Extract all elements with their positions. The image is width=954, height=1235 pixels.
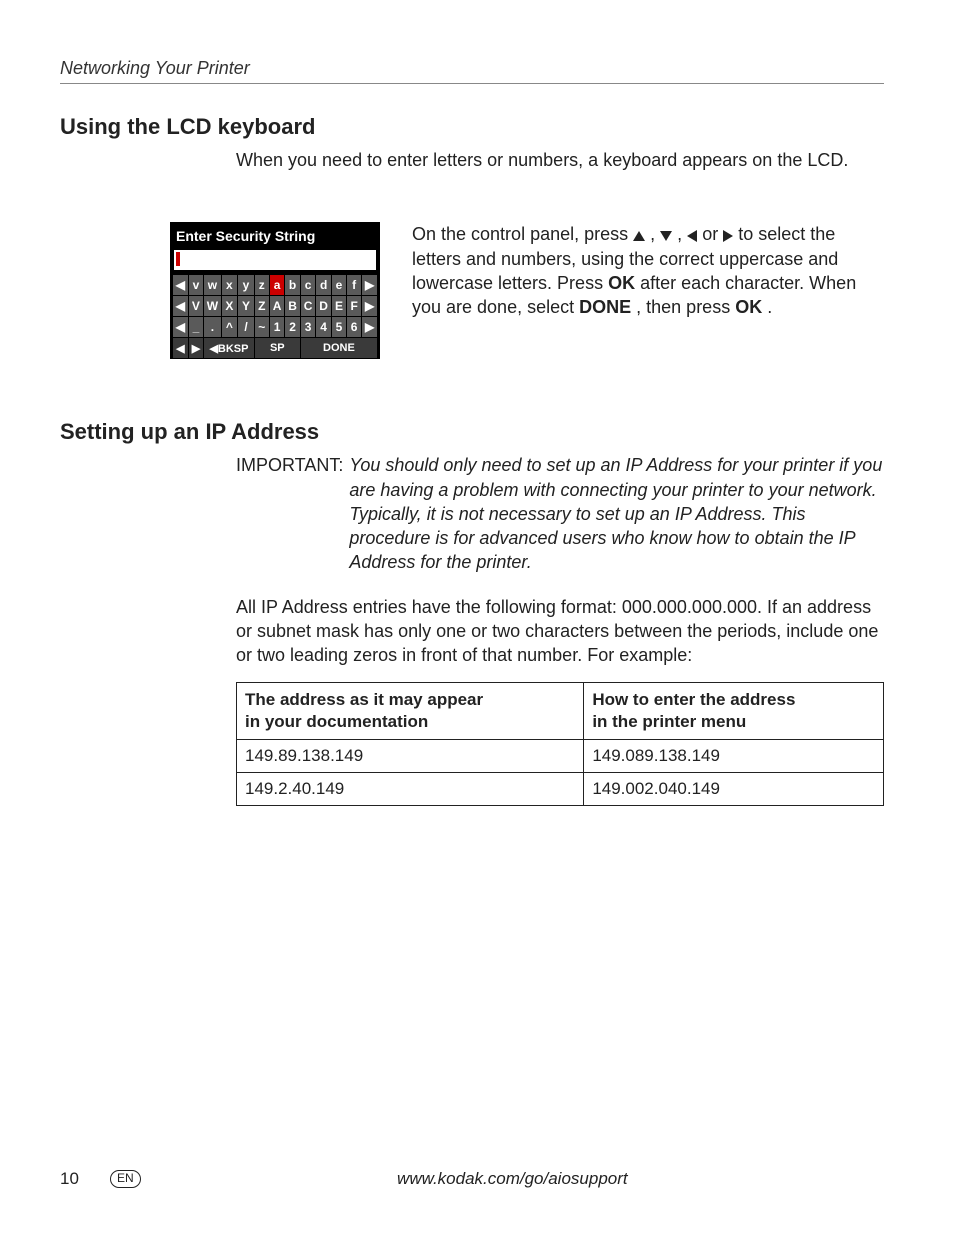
lcd-key: v	[188, 275, 203, 296]
language-badge: EN	[110, 1170, 141, 1188]
lcd-key: Z	[254, 296, 269, 317]
lcd-key-right-arrow: ▶	[362, 275, 378, 296]
lcd-row-uppercase: ◀ V W X Y Z A B C D E F ▶	[173, 296, 378, 317]
lcd-key-left-arrow: ◀	[173, 275, 189, 296]
lcd-key: V	[188, 296, 203, 317]
lcd-key-nav-left: ◀	[173, 338, 189, 359]
section-heading-lcd-keyboard: Using the LCD keyboard	[60, 114, 884, 140]
table-cell: 149.002.040.149	[584, 772, 884, 805]
lcd-title: Enter Security String	[172, 224, 378, 250]
section1-intro: When you need to enter letters or number…	[236, 148, 884, 172]
running-header: Networking Your Printer	[60, 58, 884, 79]
lcd-key: Y	[238, 296, 255, 317]
done-label: DONE	[579, 297, 631, 317]
section-heading-ip-address: Setting up an IP Address	[60, 419, 884, 445]
page: Networking Your Printer Using the LCD ke…	[0, 0, 954, 1235]
section2-body: All IP Address entries have the followin…	[236, 595, 884, 668]
lcd-key-done: DONE	[300, 338, 377, 359]
table-row: 149.2.40.149 149.002.040.149	[237, 772, 884, 805]
table-cell: 149.89.138.149	[237, 739, 584, 772]
table-header-left: The address as it may appear in your doc…	[237, 682, 584, 739]
lcd-key: ^	[221, 317, 238, 338]
important-label: IMPORTANT:	[236, 453, 343, 574]
lcd-key: E	[331, 296, 346, 317]
footer-url: www.kodak.com/go/aiosupport	[141, 1169, 884, 1189]
text: or	[702, 224, 723, 244]
text: .	[767, 297, 772, 317]
lcd-textfield	[174, 250, 376, 270]
important-text: You should only need to set up an IP Add…	[349, 453, 884, 574]
lcd-key: A	[269, 296, 285, 317]
important-note: IMPORTANT: You should only need to set u…	[236, 453, 884, 574]
lcd-key: 6	[347, 317, 362, 338]
lcd-key: .	[204, 317, 221, 338]
arrow-right-icon	[723, 230, 733, 242]
lcd-key-sp: SP	[254, 338, 300, 359]
ok-label: OK	[735, 297, 762, 317]
text: , then press	[636, 297, 735, 317]
lcd-key-right-arrow: ▶	[362, 296, 378, 317]
lcd-key: b	[285, 275, 301, 296]
lcd-key: X	[221, 296, 238, 317]
ok-label: OK	[608, 273, 635, 293]
lcd-key: C	[300, 296, 316, 317]
lcd-row-lowercase: ◀ v w x y z a b c d e f ▶	[173, 275, 378, 296]
lcd-key: e	[331, 275, 346, 296]
lcd-key: D	[316, 296, 332, 317]
lcd-key-left-arrow: ◀	[173, 296, 189, 317]
lcd-key-highlighted: a	[269, 275, 285, 296]
lcd-key: F	[347, 296, 362, 317]
page-footer: 10 EN www.kodak.com/go/aiosupport	[60, 1169, 884, 1189]
lcd-two-column: Enter Security String ◀ v w x y z a b c …	[60, 222, 884, 359]
lcd-key-bksp: ◀BKSP	[204, 338, 255, 359]
table-cell: 149.2.40.149	[237, 772, 584, 805]
page-number: 10	[60, 1169, 106, 1189]
th-line2: in the printer menu	[592, 712, 746, 731]
lcd-row-symbols: ◀ _ . ^ / ~ 1 2 3 4 5 6 ▶	[173, 317, 378, 338]
th-line2: in your documentation	[245, 712, 428, 731]
table-row: 149.89.138.149 149.089.138.149	[237, 739, 884, 772]
lcd-row-bottom: ◀ ▶ ◀BKSP SP DONE	[173, 338, 378, 359]
lcd-key: B	[285, 296, 301, 317]
lcd-key: z	[254, 275, 269, 296]
table-header-row: The address as it may appear in your doc…	[237, 682, 884, 739]
arrow-left-icon	[687, 230, 697, 242]
arrow-up-icon	[633, 231, 645, 241]
lcd-key: 4	[316, 317, 332, 338]
th-line1: How to enter the address	[592, 690, 795, 709]
text: On the control panel, press	[412, 224, 633, 244]
text: ,	[677, 224, 687, 244]
text: ,	[650, 224, 660, 244]
th-line1: The address as it may appear	[245, 690, 483, 709]
arrow-down-icon	[660, 231, 672, 241]
lcd-key: /	[238, 317, 255, 338]
header-rule	[60, 83, 884, 84]
lcd-key: d	[316, 275, 332, 296]
table-header-right: How to enter the address in the printer …	[584, 682, 884, 739]
lcd-key: 1	[269, 317, 285, 338]
lcd-key: 2	[285, 317, 301, 338]
lcd-cursor	[176, 252, 180, 266]
lcd-key-right-arrow: ▶	[362, 317, 378, 338]
lcd-key: ~	[254, 317, 269, 338]
lcd-keyboard-graphic: Enter Security String ◀ v w x y z a b c …	[170, 222, 380, 359]
table-cell: 149.089.138.149	[584, 739, 884, 772]
lcd-key: f	[347, 275, 362, 296]
lcd-key-nav-right: ▶	[188, 338, 203, 359]
lcd-key: 3	[300, 317, 316, 338]
lcd-key: c	[300, 275, 316, 296]
lcd-key: w	[204, 275, 221, 296]
lcd-key: W	[204, 296, 221, 317]
lcd-key: 5	[331, 317, 346, 338]
lcd-key: y	[238, 275, 255, 296]
lcd-key: x	[221, 275, 238, 296]
lcd-key-left-arrow: ◀	[173, 317, 189, 338]
lcd-key: _	[188, 317, 203, 338]
ip-address-table: The address as it may appear in your doc…	[236, 682, 884, 806]
section1-paragraph: On the control panel, press , , or to se…	[412, 222, 884, 319]
